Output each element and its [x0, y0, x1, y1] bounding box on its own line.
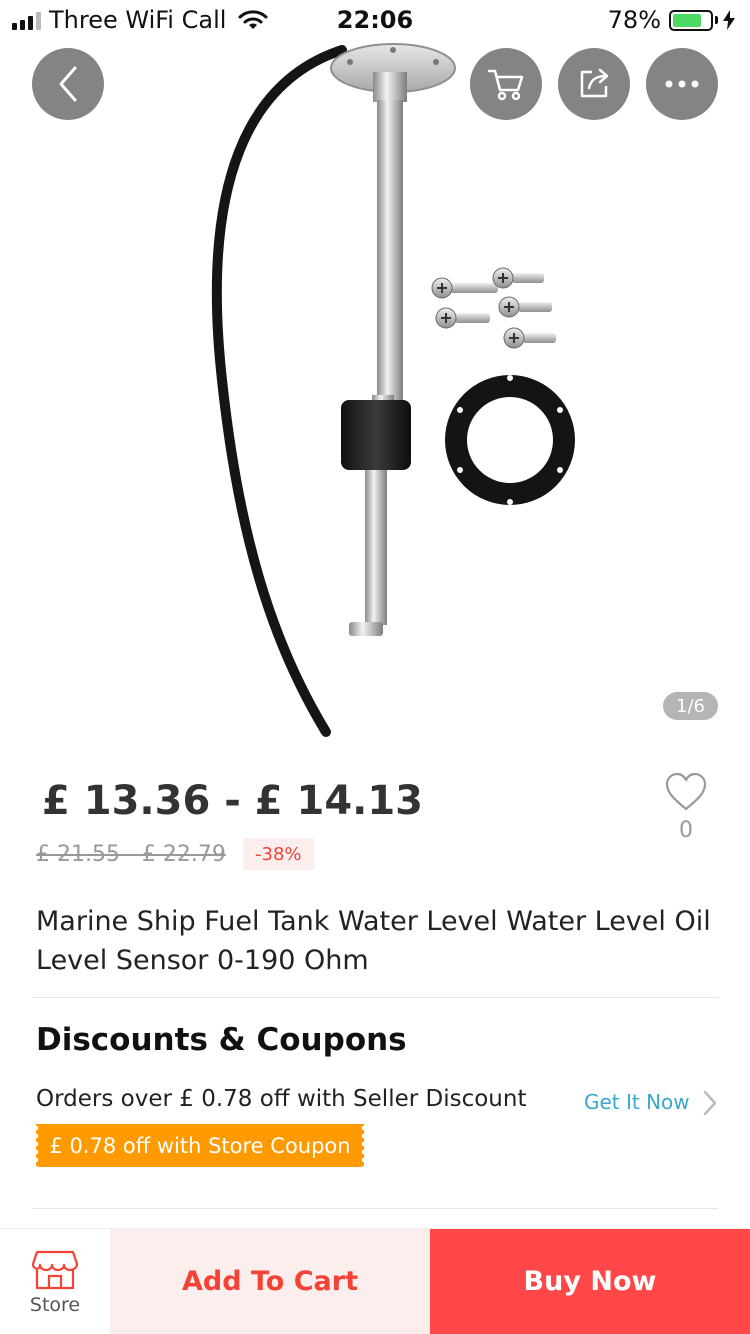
more-icon [665, 80, 699, 88]
store-label: Store [29, 1293, 81, 1316]
get-it-now-link[interactable]: Get It Now [584, 1090, 690, 1114]
store-coupon-label: £ 0.78 off with Store Coupon [49, 1133, 351, 1158]
product-image-gallery[interactable]: 1/6 [0, 0, 750, 750]
charging-bolt-icon [723, 10, 735, 30]
cart-icon [487, 69, 524, 101]
carrier-name: Three WiFi Call [49, 6, 227, 34]
more-button[interactable] [646, 48, 718, 120]
wishlist-button[interactable]: 0 [662, 772, 710, 843]
buy-now-button[interactable]: Buy Now [430, 1229, 750, 1334]
divider [32, 1208, 718, 1209]
product-image [211, 43, 575, 737]
cellular-signal-icon [12, 10, 41, 30]
store-coupon-badge[interactable]: £ 0.78 off with Store Coupon [36, 1124, 364, 1167]
add-to-cart-button[interactable]: Add To Cart [110, 1229, 430, 1334]
battery-tip [715, 16, 718, 24]
status-bar: Three WiFi Call 22:06 78% [0, 0, 750, 40]
bottom-action-bar: Store Add To Cart Buy Now [0, 1228, 750, 1334]
price-range: £ 13.36 - £ 14.13 [42, 778, 424, 824]
battery-level-fill [673, 13, 702, 27]
discount-badge: -38% [243, 838, 314, 870]
divider [32, 997, 718, 998]
share-button[interactable] [558, 48, 630, 120]
share-icon [580, 68, 609, 98]
wifi-icon [238, 10, 268, 29]
chevron-right-icon[interactable] [702, 1089, 718, 1117]
battery-percentage: 78% [607, 6, 661, 34]
battery-icon [669, 9, 713, 31]
original-price-range: £ 21.55 - £ 22.79 [36, 842, 226, 867]
back-icon [59, 66, 77, 102]
image-pager-indicator: 1/6 [663, 692, 718, 720]
back-button[interactable] [32, 48, 104, 120]
wishlist-count: 0 [679, 818, 693, 843]
product-title: Marine Ship Fuel Tank Water Level Water … [36, 906, 711, 976]
store-icon [31, 1250, 79, 1289]
heart-icon [665, 772, 707, 811]
store-button[interactable]: Store [0, 1229, 110, 1334]
seller-discount-text: Orders over £ 0.78 off with Seller Disco… [36, 1086, 527, 1112]
cart-button[interactable] [470, 48, 542, 120]
discounts-heading: Discounts & Coupons [36, 1022, 407, 1058]
